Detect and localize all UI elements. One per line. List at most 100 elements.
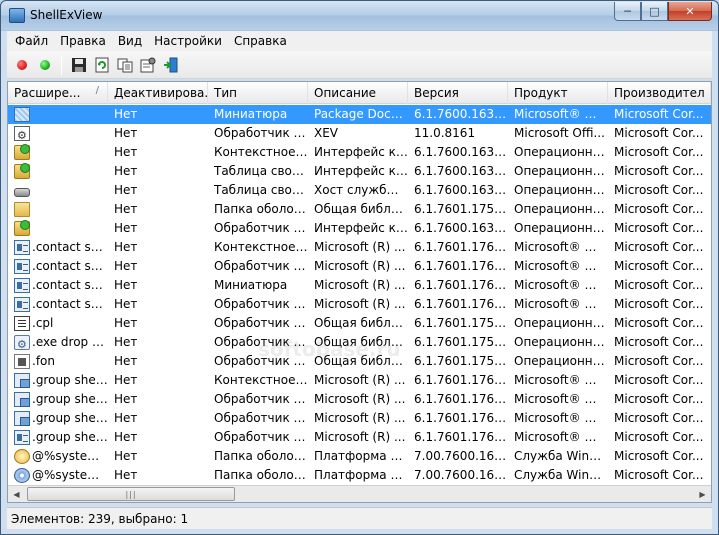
maximize-button[interactable]: □ — [641, 2, 668, 21]
contact-card-icon — [14, 259, 30, 274]
scroll-left-button[interactable]: ◀ — [8, 486, 25, 502]
table-row[interactable]: Нет Таблица свой... Интерфейс кэ... 6.1.760… — [8, 162, 711, 181]
table-cell: Нет — [114, 183, 138, 197]
window-controls: ─ □ ✕ — [614, 2, 712, 21]
table-cell: Microsoft® Wi... — [514, 411, 608, 425]
table-row[interactable]: .group shell ... Нет Обработчик D... Micros… — [8, 390, 711, 409]
table-cell: 6.1.7601.17514 ... — [414, 335, 508, 349]
column-header-label: Тип — [214, 86, 237, 100]
table-cell: Обработчик н... — [214, 221, 308, 235]
table-cell: Microsoft® Wi... — [514, 392, 608, 406]
table-cell — [8, 219, 108, 238]
green-dot-icon — [40, 59, 50, 70]
table-row[interactable]: Нет Таблица свой... Хост службы ... 6.1.760… — [8, 181, 711, 200]
table-cell: Общая библи... — [314, 354, 408, 368]
menu-item-0[interactable]: Файл — [9, 34, 54, 48]
menu-item-2[interactable]: Вид — [112, 34, 148, 48]
table-row[interactable]: .group shell ... Нет Обработчик в... Micros… — [8, 409, 711, 428]
menu-item-3[interactable]: Настройки — [148, 34, 228, 48]
table-cell — [8, 105, 108, 124]
table-cell: Нет — [114, 468, 138, 482]
cell-text: .contact shel... — [32, 259, 108, 273]
cell-text: .contact shel... — [32, 240, 108, 254]
properties-button[interactable] — [137, 54, 159, 76]
horizontal-scrollbar[interactable]: ◀ ||| ▶ — [8, 485, 711, 502]
table-cell: Служба Wind... — [514, 449, 608, 463]
main-window: ShellExView ─ □ ✕ Файл Правка Вид Настройки… — [0, 0, 719, 535]
table-cell: Microsoft Cor... — [614, 183, 704, 197]
table-cell: Контекстное ... — [214, 145, 308, 159]
table-row[interactable]: .fon Нет Обработчик с... Общая библи... 6.1.… — [8, 352, 711, 371]
column-header-5[interactable]: Продукт — [508, 82, 608, 104]
cell-text: .group shell ... — [32, 392, 108, 406]
menu-item-4[interactable]: Справка — [228, 34, 293, 48]
table-cell: .cpl — [8, 314, 108, 333]
scroll-thumb[interactable]: ||| — [27, 487, 235, 501]
table-cell: Контекстное ... — [214, 373, 308, 387]
table-row[interactable]: Нет Миниатюра Package Docu... 6.1.7600.1638… — [8, 105, 711, 124]
menu-item-1[interactable]: Правка — [54, 34, 112, 48]
table-cell: 6.1.7600.16385 ... — [414, 221, 508, 235]
table-row[interactable]: .exe drop tar... Нет Обработчик D... Общая … — [8, 333, 711, 352]
table-cell: Microsoft Cor... — [614, 202, 704, 216]
column-header-2[interactable]: Тип — [208, 82, 308, 104]
exe-gear-icon — [14, 335, 30, 352]
column-header-6[interactable]: Производител — [608, 82, 711, 104]
table-cell: Платформа Vi... — [314, 449, 408, 463]
table-cell: Microsoft® Wi... — [514, 240, 608, 254]
copy-button[interactable] — [114, 54, 136, 76]
disable-button[interactable] — [11, 54, 33, 76]
list-header: Расшире... / Деактивирова... Тип Описание Вер… — [8, 82, 711, 104]
shell-extensions-list[interactable]: Расшире... / Деактивирова... Тип Описание Вер… — [7, 81, 712, 503]
table-cell: 7.00.7600.1638... — [414, 468, 508, 482]
table-row[interactable]: .contact shel... Нет Обработчик с... Micros… — [8, 295, 711, 314]
table-cell: .group shell ... — [8, 390, 108, 409]
column-header-0[interactable]: Расшире... / — [8, 82, 108, 104]
minimize-button[interactable]: ─ — [614, 2, 641, 21]
exit-button[interactable] — [160, 54, 182, 76]
table-row[interactable]: .contact shel... Нет Контекстное ... Micros… — [8, 238, 711, 257]
table-cell: 7.00.7600.1638... — [414, 449, 508, 463]
table-cell — [8, 181, 108, 200]
column-header-4[interactable]: Версия — [408, 82, 508, 104]
table-cell: Package Docu... — [314, 107, 408, 121]
contact-card-icon — [14, 297, 30, 312]
table-row[interactable]: @%systemr... Нет Папка оболоч... Платформа … — [8, 447, 711, 466]
copy-icon — [117, 58, 133, 72]
refresh-button[interactable] — [91, 54, 113, 76]
table-row[interactable]: .group shell ... Нет Контекстное ... Micros… — [8, 371, 711, 390]
table-row[interactable]: .group shell ... Нет Обработчик с... Micros… — [8, 428, 711, 447]
font-file-icon — [14, 354, 30, 369]
thumbnail-icon — [14, 107, 30, 122]
column-header-label: Описание — [314, 86, 377, 100]
table-cell: 6.1.7601.17699 ... — [414, 411, 508, 425]
table-cell: Хост службы ... — [314, 183, 408, 197]
table-cell — [8, 124, 108, 143]
table-row[interactable]: .contact shel... Нет Обработчик в... Micros… — [8, 257, 711, 276]
title-bar[interactable]: ShellExView ─ □ ✕ — [1, 1, 718, 30]
table-row[interactable]: Нет Обработчик з... XEV 11.0.8161 Microsoft … — [8, 124, 711, 143]
column-header-3[interactable]: Описание — [308, 82, 408, 104]
close-button[interactable]: ✕ — [668, 2, 712, 21]
table-cell: Интерфейс кэ... — [314, 221, 408, 235]
table-row[interactable]: Нет Обработчик н... Интерфейс кэ... 6.1.760… — [8, 219, 711, 238]
table-cell: @%systemr... — [8, 447, 108, 466]
table-cell: Нет — [114, 316, 138, 330]
cell-text: .group shell ... — [32, 411, 108, 425]
table-cell: Интерфейс кэ... — [314, 145, 408, 159]
table-row[interactable]: @%systemr... Нет Папка оболоч... Платформа … — [8, 466, 711, 485]
enable-button[interactable] — [34, 54, 56, 76]
table-cell: Microsoft Cor... — [614, 468, 704, 482]
save-button[interactable] — [68, 54, 90, 76]
table-cell: Microsoft® Wi... — [514, 297, 608, 311]
table-row[interactable]: .cpl Нет Обработчик с... Общая библи... 6.1.… — [8, 314, 711, 333]
table-row[interactable]: .contact shel... Нет Миниатюра Microsoft (R… — [8, 276, 711, 295]
table-cell: Microsoft Cor... — [614, 449, 704, 463]
table-row[interactable]: Нет Папка оболоч... Общая библи... 6.1.7601… — [8, 200, 711, 219]
table-cell: .contact shel... — [8, 257, 108, 276]
table-row[interactable]: Нет Контекстное ... Интерфейс кэ... 6.1.760… — [8, 143, 711, 162]
column-header-1[interactable]: Деактивирова... — [108, 82, 208, 104]
scroll-right-button[interactable]: ▶ — [694, 486, 711, 502]
table-cell: Обработчик в... — [214, 259, 308, 273]
table-cell: Таблица свой... — [214, 164, 308, 178]
